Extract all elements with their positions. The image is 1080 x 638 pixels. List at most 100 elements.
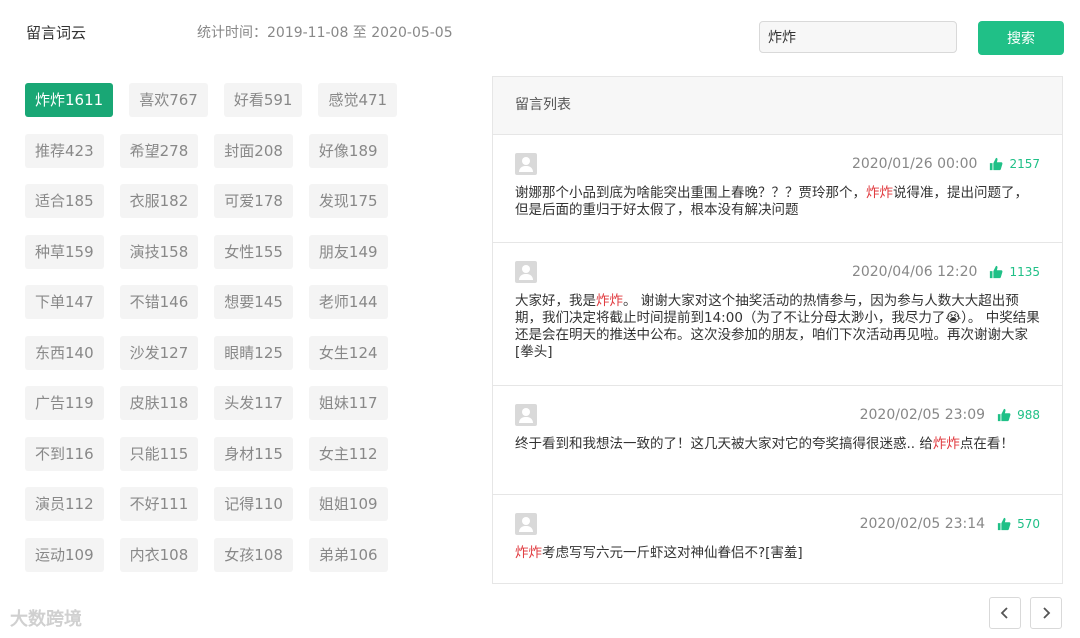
message-time: 2020/02/05 23:09 (859, 407, 986, 423)
word-tag[interactable]: 女生124 (308, 335, 388, 370)
message-text: 大家好，我是炸炸。 谢谢大家对这个抽奖活动的热情参与，因为参与人数大大超出预期，… (515, 285, 1040, 361)
keyword-highlight: 炸炸 (515, 545, 542, 561)
message-time: 2020/02/05 23:14 (859, 516, 986, 532)
message-list-panel: 留言列表 2020/01/26 00:00 2157 谢娜那个小品到底为啥能突出重围… (492, 76, 1063, 584)
word-tag[interactable]: 头发117 (214, 386, 293, 420)
word-tag[interactable]: 演员112 (25, 487, 104, 521)
message-header: 2020/02/05 23:14 570 (515, 495, 1040, 537)
stat-time: 统计时间：2019-11-08 至 2020-05-05 (197, 25, 453, 41)
thumbs-up-icon[interactable] (989, 265, 1003, 279)
word-tag[interactable]: 不到116 (25, 436, 104, 471)
next-page-button[interactable] (1030, 597, 1062, 629)
page: 留言词云 统计时间：2019-11-08 至 2020-05-05 搜索 炸炸1… (0, 0, 1080, 638)
word-tag[interactable]: 运动109 (25, 537, 104, 572)
word-tag[interactable]: 身材115 (214, 436, 293, 471)
search-button[interactable]: 搜索 (978, 21, 1064, 55)
word-tag[interactable]: 广告119 (25, 386, 104, 420)
word-tag[interactable]: 封面208 (214, 133, 293, 168)
word-cloud-row: 运动109 内衣108 女孩108 弟弟106 (25, 537, 425, 572)
word-cloud-row: 下单147 不错146 想要145 老师144 (25, 285, 425, 319)
user-avatar-icon (515, 513, 537, 535)
word-cloud-row: 炸炸1611 喜欢767 好看591 感觉471 (25, 83, 425, 117)
word-tag[interactable]: 女性155 (214, 234, 293, 269)
message-time: 2020/01/26 00:00 (851, 156, 978, 172)
message-text: 炸炸考虑写写六元一斤虾这对神仙眷侣不?[害羞] (515, 537, 1040, 562)
message-header: 2020/02/05 23:09 988 (515, 386, 1040, 428)
message-list: 2020/01/26 00:00 2157 谢娜那个小品到底为啥能突出重围上春晚？？… (493, 135, 1062, 583)
word-tag[interactable]: 沙发127 (119, 335, 199, 370)
word-cloud-row: 广告119 皮肤118 头发117 姐妹117 (25, 386, 425, 420)
thumbs-up-icon[interactable] (989, 157, 1003, 171)
keyword-highlight: 炸炸 (932, 436, 960, 452)
like-count: 570 (1017, 517, 1040, 531)
word-tag[interactable]: 衣服182 (119, 184, 199, 218)
word-tag[interactable]: 可爱178 (214, 184, 293, 218)
thumbs-up-icon[interactable] (997, 408, 1011, 422)
word-cloud-row: 演员112 不好111 记得110 姐姐109 (25, 487, 425, 521)
word-tag[interactable]: 朋友149 (308, 234, 388, 269)
word-tag[interactable]: 想要145 (214, 285, 293, 319)
message-item: 2020/01/26 00:00 2157 谢娜那个小品到底为啥能突出重围上春晚？？… (493, 135, 1062, 243)
message-text: 终于看到和我想法一致的了！这几天被大家对它的夸奖搞得很迷惑.. 给炸炸点在看！ (515, 428, 1040, 453)
word-tag[interactable]: 演技158 (119, 234, 199, 269)
thumbs-up-icon[interactable] (997, 517, 1011, 531)
word-tag[interactable]: 感觉471 (318, 83, 398, 117)
message-text-after: 考虑写写六元一斤虾这对神仙眷侣不?[害羞] (542, 545, 803, 561)
word-tag[interactable]: 推荐423 (25, 133, 104, 168)
message-text-before: 终于看到和我想法一致的了！这几天被大家对它的夸奖搞得很迷惑.. 给 (515, 436, 933, 452)
word-tag[interactable]: 只能115 (119, 436, 199, 471)
message-item: 2020/02/05 23:09 988 终于看到和我想法一致的了！这几天被大家对它… (493, 386, 1062, 495)
word-tag[interactable]: 女主112 (308, 436, 388, 471)
word-tag[interactable]: 下单147 (25, 285, 104, 319)
user-avatar-icon (515, 261, 537, 283)
word-cloud-row: 东西140 沙发127 眼睛125 女生124 (25, 335, 425, 370)
like-count: 988 (1017, 408, 1040, 422)
word-tag[interactable]: 眼睛125 (214, 335, 293, 370)
word-tag[interactable]: 内衣108 (119, 537, 199, 572)
word-tag[interactable]: 东西140 (25, 335, 104, 370)
keyword-highlight: 炸炸 (866, 185, 893, 201)
word-tag[interactable]: 女孩108 (214, 537, 293, 572)
word-tag[interactable]: 适合185 (25, 184, 104, 218)
word-tag[interactable]: 姐姐109 (308, 487, 388, 521)
word-tag[interactable]: 喜欢767 (129, 83, 208, 117)
message-list-title: 留言列表 (493, 77, 1062, 135)
message-text-before: 大家好，我是 (515, 293, 596, 309)
keyword-highlight: 炸炸 (596, 293, 623, 309)
word-tag[interactable]: 皮肤118 (119, 386, 199, 420)
user-avatar-icon (515, 153, 537, 175)
message-text-before: 谢娜那个小品到底为啥能突出重围上春晚？？？贾玲那个， (515, 185, 866, 201)
message-time: 2020/04/06 12:20 (851, 264, 978, 280)
message-header: 2020/01/26 00:00 2157 (515, 135, 1040, 177)
word-tag[interactable]: 老师144 (308, 285, 388, 319)
word-cloud-row: 适合185 衣服182 可爱178 发现175 (25, 184, 425, 218)
word-cloud-row: 不到116 只能115 身材115 女主112 (25, 436, 425, 471)
word-tag[interactable]: 记得110 (214, 487, 293, 521)
message-item: 2020/04/06 12:20 1135 大家好，我是炸炸。 谢谢大家对这个抽奖活… (493, 243, 1062, 386)
prev-page-button[interactable] (989, 597, 1021, 629)
word-tag[interactable]: 希望278 (119, 133, 199, 168)
word-tag[interactable]: 弟弟106 (308, 537, 388, 572)
search-input[interactable] (759, 21, 957, 53)
word-tag[interactable]: 不错146 (119, 285, 199, 319)
word-cloud: 炸炸1611 喜欢767 好看591 感觉471 推荐423 希望278 封面208 好像18… (25, 83, 425, 588)
word-tag[interactable]: 种草159 (25, 234, 104, 269)
chevron-right-icon (1043, 607, 1051, 619)
page-title: 留言词云 (26, 24, 87, 42)
like-count: 2157 (1009, 157, 1040, 171)
watermark-logo: 大数跨境 (10, 609, 82, 630)
word-tag[interactable]: 发现175 (308, 184, 388, 218)
word-tag[interactable]: 炸炸1611 (25, 83, 114, 117)
word-tag[interactable]: 不好111 (119, 487, 199, 521)
chevron-left-icon (1000, 607, 1008, 619)
word-cloud-row: 种草159 演技158 女性155 朋友149 (25, 234, 425, 269)
word-tag[interactable]: 好看591 (223, 83, 303, 117)
message-text-after: 点在看！ (959, 436, 1014, 452)
message-header: 2020/04/06 12:20 1135 (515, 243, 1040, 285)
message-item: 2020/02/05 23:14 570 炸炸考虑写写六元一斤虾这对神仙眷侣不?[害… (493, 495, 1062, 583)
message-text: 谢娜那个小品到底为啥能突出重围上春晚？？？贾玲那个，炸炸说得准，提出问题了，但是… (515, 177, 1040, 219)
word-cloud-row: 推荐423 希望278 封面208 好像189 (25, 133, 425, 168)
user-avatar-icon (515, 404, 537, 426)
word-tag[interactable]: 好像189 (308, 133, 388, 168)
word-tag[interactable]: 姐妹117 (308, 386, 388, 420)
